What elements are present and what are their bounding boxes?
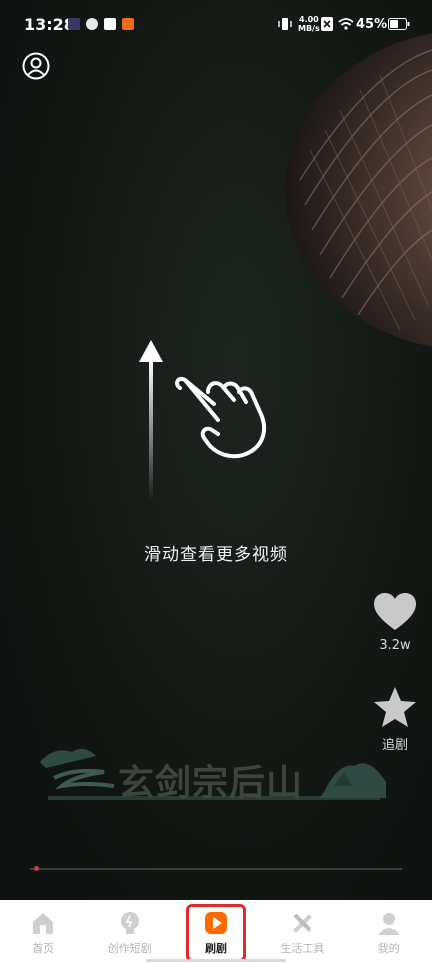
profile-icon <box>377 913 400 935</box>
notification-mail-icon <box>104 18 116 30</box>
battery-percent: 45% <box>356 17 388 32</box>
net-speed: 4.00 MB/s <box>298 15 320 33</box>
tools-icon <box>293 914 313 933</box>
vibrate-icon <box>278 18 292 30</box>
nav-label: 创作短剧 <box>107 942 152 955</box>
episode-title-banner: 玄剑宗后山 <box>34 742 394 804</box>
home-indicator[interactable] <box>146 959 286 962</box>
video-progress-bar[interactable] <box>30 868 402 870</box>
home-icon <box>33 913 54 934</box>
notification-app-icon <box>68 18 80 30</box>
status-bar: 13:28 4.00 MB/s 45% <box>0 0 432 48</box>
nav-label: 我的 <box>377 942 400 955</box>
bottom-nav: 首页 创作短剧 刷剧 生活工具 我的 <box>0 900 432 964</box>
video-background-object <box>285 33 432 347</box>
nav-item-mine[interactable]: 我的 <box>354 900 424 956</box>
nav-label: 刷剧 <box>204 942 227 955</box>
nav-item-home[interactable]: 首页 <box>8 900 78 956</box>
user-icon <box>22 52 50 80</box>
battery-icon <box>388 18 410 30</box>
like-button[interactable]: 3.2w <box>372 592 418 653</box>
wifi-icon <box>338 18 354 30</box>
star-icon <box>374 687 416 727</box>
nav-item-watch-drama[interactable]: 刷剧 <box>181 900 251 956</box>
video-player[interactable]: 滑动查看更多视频 3.2w 追剧 玄剑宗后山 <box>0 0 432 900</box>
profile-avatar-button[interactable] <box>22 52 50 80</box>
swipe-hint-text: 滑动查看更多视频 <box>144 545 288 565</box>
heart-icon <box>374 593 416 630</box>
nav-item-create-drama[interactable]: 创作短剧 <box>95 900 165 956</box>
like-count: 3.2w <box>379 638 411 653</box>
video-progress-handle[interactable] <box>34 866 39 871</box>
notification-app-icon <box>86 18 98 30</box>
lightbulb-icon <box>120 912 139 934</box>
episode-title-text: 玄剑宗后山 <box>118 762 304 804</box>
nav-item-life-tools[interactable]: 生活工具 <box>267 900 337 956</box>
play-icon <box>204 912 227 934</box>
nav-label: 生活工具 <box>280 942 325 955</box>
swipe-up-arrow-icon <box>139 340 163 500</box>
hand-swipe-icon <box>175 377 267 459</box>
notification-app-icon <box>122 18 134 30</box>
nav-label: 首页 <box>32 942 55 955</box>
no-sim-icon <box>321 17 333 31</box>
